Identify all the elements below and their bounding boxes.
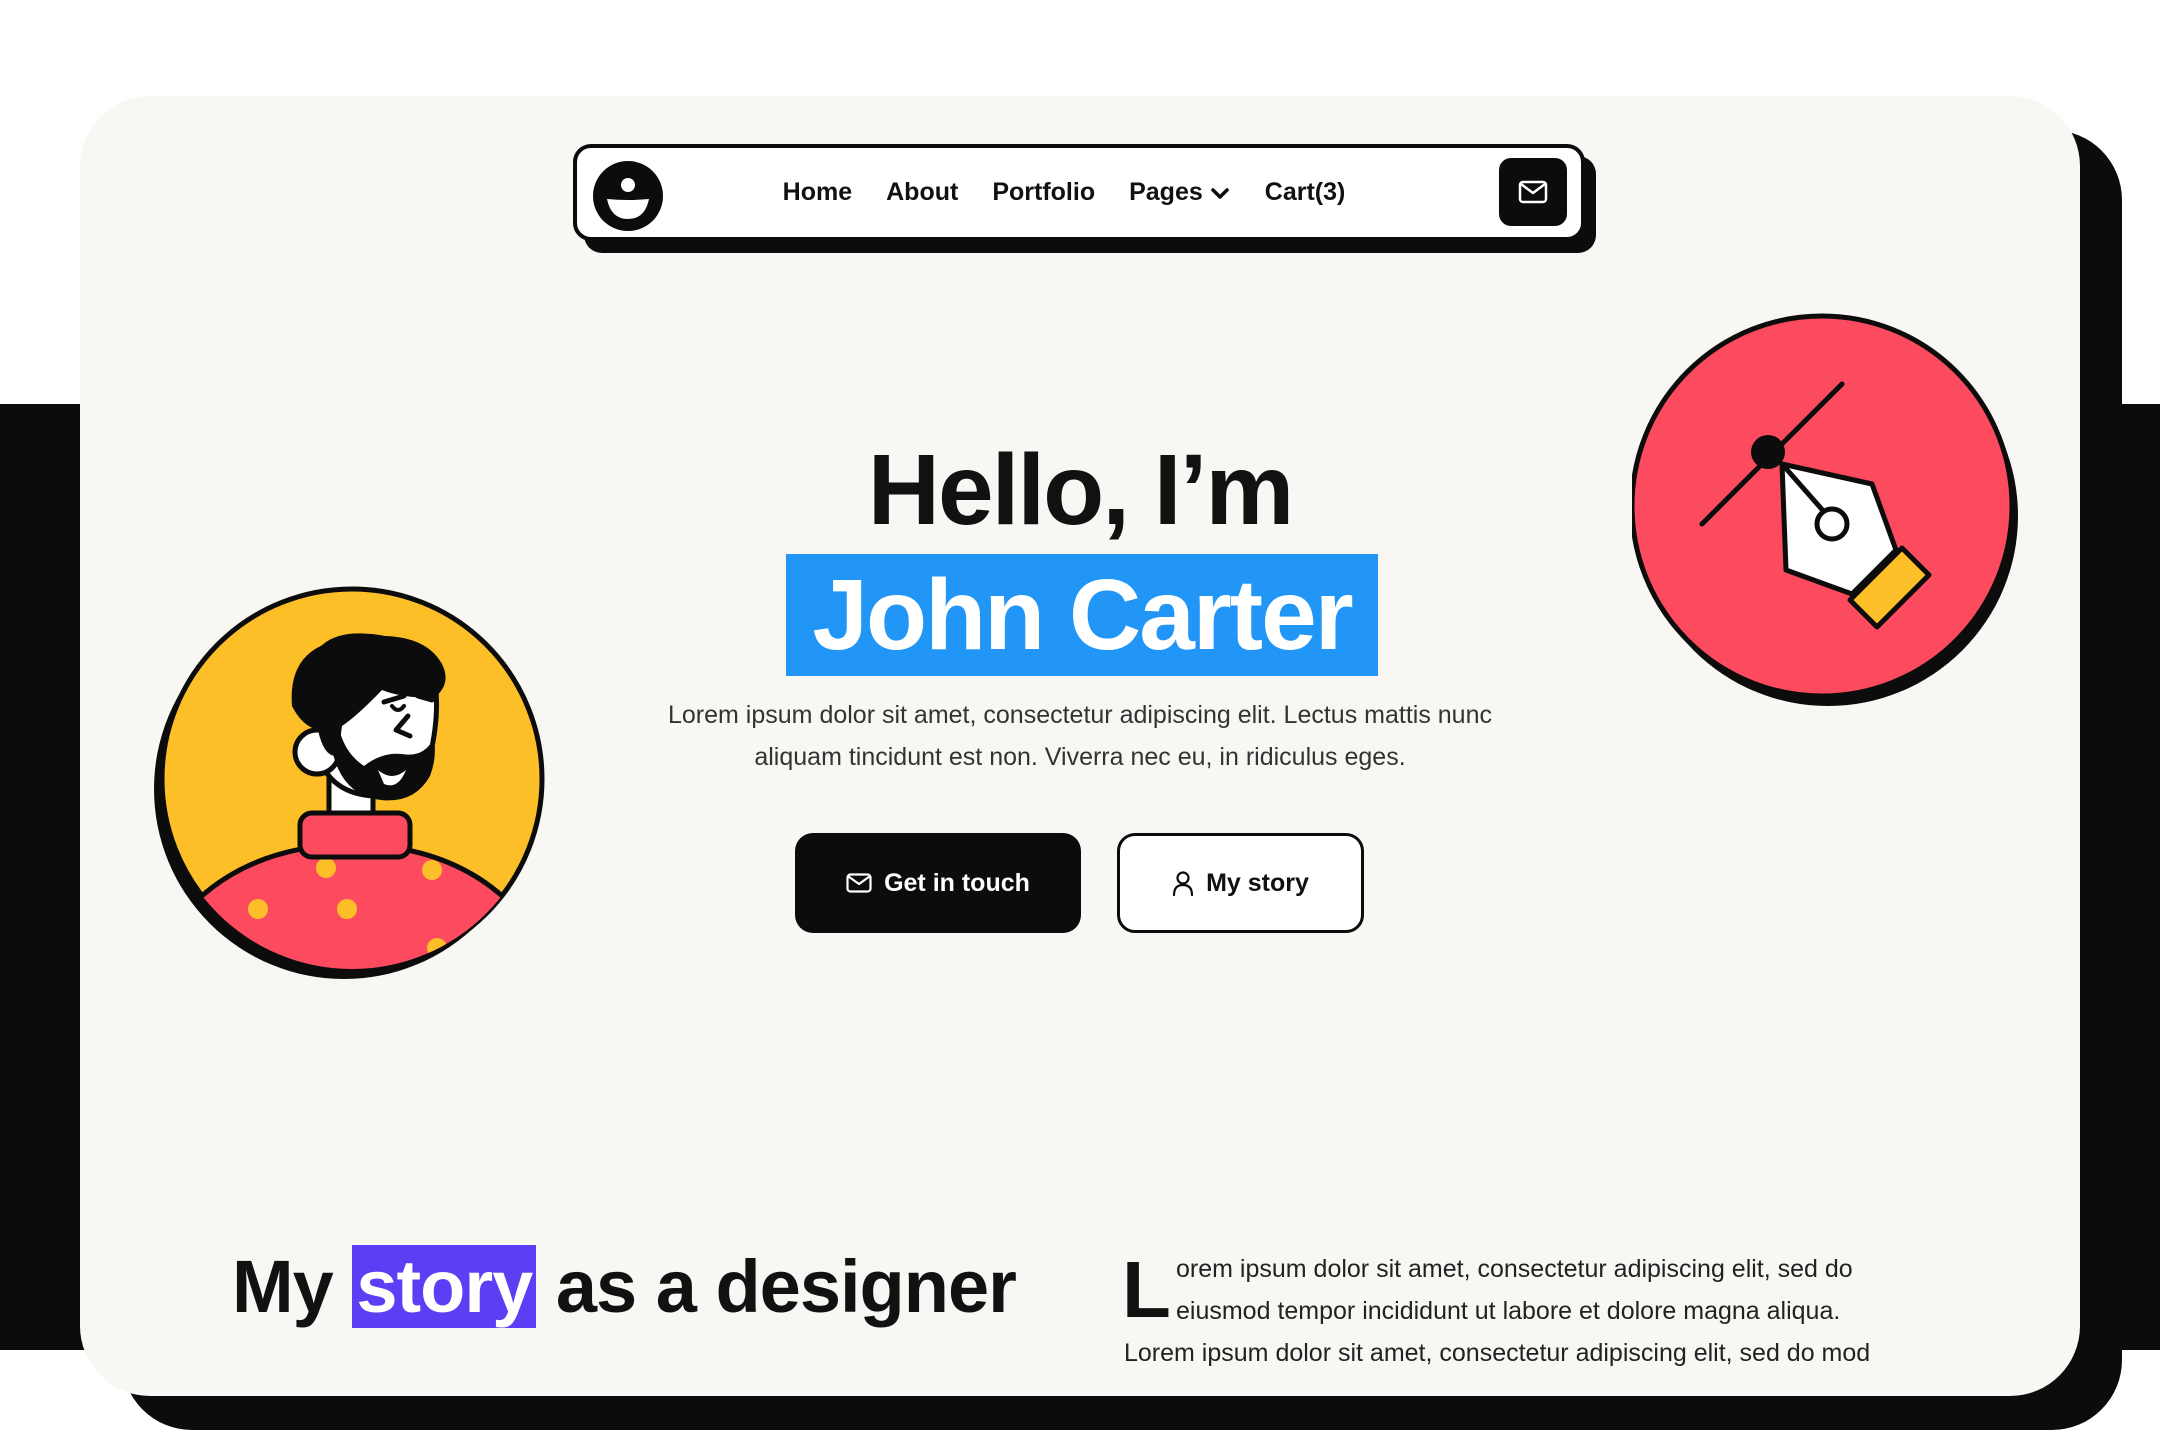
story-title-start: My (232, 1245, 334, 1328)
nav-portfolio[interactable]: Portfolio (992, 178, 1095, 207)
mail-icon (1518, 180, 1548, 204)
nav-about[interactable]: About (886, 178, 958, 207)
avatar-illustration (154, 586, 545, 979)
pen-tool-illustration (1632, 313, 2018, 706)
nav-home[interactable]: Home (783, 178, 852, 207)
my-story-label: My story (1206, 868, 1309, 897)
story-title-highlight: story (352, 1245, 537, 1328)
nav-links: Home About Portfolio Pages Cart(3) (577, 148, 1581, 237)
user-icon (1172, 871, 1194, 896)
nav-cart[interactable]: Cart(3) (1265, 178, 1346, 207)
nav-pages-dropdown[interactable]: Pages (1129, 178, 1231, 207)
get-in-touch-label: Get in touch (884, 868, 1030, 897)
nav-pages-label: Pages (1129, 178, 1203, 206)
hero-name: John Carter (812, 559, 1353, 671)
story-drop-cap: L (1122, 1245, 1171, 1334)
mail-icon (846, 873, 872, 893)
hero-name-highlight: John Carter (786, 554, 1378, 676)
story-title-end: as a designer (555, 1245, 1017, 1328)
story-paragraph: orem ipsum dolor sit amet, consectetur a… (1176, 1255, 1853, 1325)
story-paragraph-continued: Lorem ipsum dolor sit amet, consectetur … (1124, 1339, 1871, 1367)
get-in-touch-button[interactable]: Get in touch (795, 833, 1081, 933)
navbar: Home About Portfolio Pages Cart(3) (573, 144, 1585, 241)
story-heading: My story as a designer (232, 1244, 1017, 1330)
hero-description: Lorem ipsum dolor sit amet, consectetur … (668, 701, 1492, 771)
chevron-down-icon (1211, 187, 1229, 199)
mail-button[interactable] (1499, 158, 1567, 226)
my-story-button[interactable]: My story (1117, 833, 1364, 933)
